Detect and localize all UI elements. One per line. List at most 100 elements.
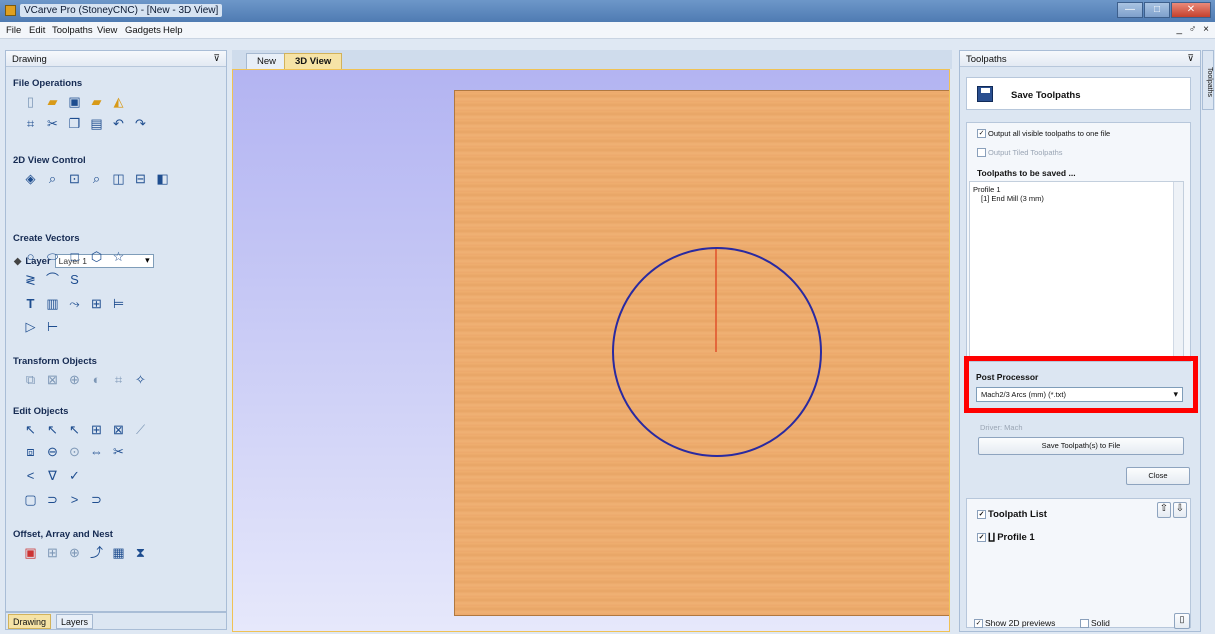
- output-one-file-option[interactable]: ✓ Output all visible toolpaths to one fi…: [977, 129, 1110, 138]
- expand-list-icon[interactable]: ▯: [1174, 613, 1190, 629]
- split-icon[interactable]: ⊃: [90, 493, 103, 506]
- group-icon[interactable]: ⊞: [90, 423, 103, 436]
- nesting-icon[interactable]: ⧗: [134, 546, 147, 559]
- zoom-box-icon[interactable]: ⊡: [68, 172, 81, 185]
- array-grid-icon[interactable]: ⊞: [46, 546, 59, 559]
- auto-layout-text-icon[interactable]: ⊞: [90, 297, 103, 310]
- solid-option[interactable]: Solid: [1080, 618, 1110, 628]
- intersect-icon[interactable]: ⊙: [68, 445, 81, 458]
- circle-icon[interactable]: ○: [24, 250, 37, 263]
- minimize-button[interactable]: —: [1117, 2, 1143, 18]
- distort-icon[interactable]: ⌗: [112, 373, 125, 386]
- copy-along-vector-icon[interactable]: ⤴: [90, 546, 103, 559]
- checkbox-checked-icon[interactable]: ✓: [977, 533, 986, 542]
- polygon-icon[interactable]: ⬡: [90, 250, 103, 263]
- view-tile-icon[interactable]: ⊟: [134, 172, 147, 185]
- rectangle-icon[interactable]: □: [68, 250, 81, 263]
- checkbox-unchecked-icon[interactable]: [977, 148, 986, 157]
- profile-vector-circle[interactable]: [612, 247, 822, 457]
- view-3d-icon[interactable]: ◧: [156, 172, 169, 185]
- circular-array-icon[interactable]: ⊕: [68, 546, 81, 559]
- select-icon[interactable]: ↖: [24, 423, 37, 436]
- close-button[interactable]: Close: [1126, 467, 1190, 485]
- subtract-icon[interactable]: ⊖: [46, 445, 59, 458]
- dimension-icon[interactable]: ⊨: [112, 297, 125, 310]
- undo-icon[interactable]: ↶: [112, 117, 125, 130]
- move-icon[interactable]: ⧉: [24, 373, 37, 386]
- node-select-icon[interactable]: ↖: [46, 423, 59, 436]
- toolpath-item-profile-1[interactable]: ✓ ∐ Profile 1: [977, 532, 1035, 543]
- text-icon[interactable]: T: [24, 297, 37, 310]
- offset-arrow-icon[interactable]: ⇔: [90, 445, 103, 458]
- paste-icon[interactable]: ▤: [90, 117, 103, 130]
- save-toolpath-to-file-button[interactable]: Save Toolpath(s) to File: [978, 437, 1184, 455]
- align-center-icon[interactable]: ⊕: [68, 373, 81, 386]
- move-down-icon[interactable]: ⇩: [1173, 502, 1187, 518]
- block-copy-icon[interactable]: ▦: [112, 546, 125, 559]
- list-scrollbar[interactable]: [1173, 182, 1183, 360]
- mdi-controls[interactable]: _ ♂ ×: [1177, 24, 1211, 35]
- curve-icon[interactable]: S: [68, 273, 81, 286]
- pin-icon[interactable]: ⊽: [213, 53, 220, 64]
- polyline-icon[interactable]: ≷: [24, 273, 37, 286]
- tab-layers[interactable]: Layers: [56, 614, 94, 629]
- checkbox-checked-icon[interactable]: ✓: [974, 618, 983, 628]
- toolpaths-to-save-list[interactable]: Profile 1 [1] End Mill (3 mm): [969, 181, 1184, 361]
- checkbox-unchecked-icon[interactable]: [1080, 618, 1089, 628]
- extend-icon[interactable]: ✓: [68, 469, 81, 482]
- open-folder-icon[interactable]: ▰: [46, 95, 59, 108]
- text-box-icon[interactable]: ▥: [46, 297, 59, 310]
- save-icon[interactable]: ▣: [68, 95, 81, 108]
- scissors-icon[interactable]: ✂: [112, 445, 125, 458]
- job-setup-icon[interactable]: ⌗: [24, 117, 37, 130]
- text-on-curve-icon[interactable]: ⤳: [68, 297, 81, 310]
- close-vectors-icon[interactable]: ▢: [24, 493, 37, 506]
- trim-icon[interactable]: ⟋: [134, 423, 147, 436]
- curve-fit-icon[interactable]: ⊃: [46, 493, 59, 506]
- rotate-icon[interactable]: ✧: [134, 373, 147, 386]
- fillet-icon[interactable]: <: [24, 469, 37, 482]
- import-bitmap-icon[interactable]: ◭: [112, 95, 125, 108]
- mirror-icon[interactable]: ◐: [90, 373, 103, 386]
- toolpath-list-toggle[interactable]: ✓ Toolpath List: [977, 509, 1047, 520]
- dimensions-tool-icon[interactable]: ⊢: [46, 320, 59, 333]
- scale-icon[interactable]: ⊠: [46, 373, 59, 386]
- show-2d-previews-option[interactable]: ✓ Show 2D previews: [974, 618, 1055, 628]
- new-file-icon[interactable]: ▯: [24, 95, 37, 108]
- ungroup-icon[interactable]: ⊠: [112, 423, 125, 436]
- menu-gadgets[interactable]: Gadgets: [125, 25, 161, 36]
- tab-3d-view[interactable]: 3D View: [284, 53, 343, 69]
- redo-icon[interactable]: ↷: [134, 117, 147, 130]
- weld-icon[interactable]: ⧈: [24, 445, 37, 458]
- menu-view[interactable]: View: [97, 25, 117, 36]
- menu-help[interactable]: Help: [163, 25, 183, 36]
- zoom-in-icon[interactable]: ⌕: [46, 172, 59, 185]
- move-up-icon[interactable]: ⇧: [1157, 502, 1171, 518]
- toolpaths-side-tab[interactable]: Toolpaths: [1202, 50, 1214, 110]
- join-vectors-icon[interactable]: ∇: [46, 469, 59, 482]
- cut-icon[interactable]: ✂: [46, 117, 59, 130]
- menu-toolpaths[interactable]: Toolpaths: [52, 25, 93, 36]
- checkbox-checked-icon[interactable]: ✓: [977, 129, 986, 138]
- star-icon[interactable]: ☆: [112, 250, 125, 263]
- close-window-button[interactable]: ✕: [1171, 2, 1211, 18]
- import-icon[interactable]: ▰: [90, 95, 103, 108]
- copy-icon[interactable]: ❐: [68, 117, 81, 130]
- zoom-all-icon[interactable]: ◈: [24, 172, 37, 185]
- 3d-view-canvas[interactable]: [232, 69, 950, 632]
- node-edit-icon[interactable]: ▷: [24, 320, 37, 333]
- zoom-out-icon[interactable]: ⌕: [90, 172, 103, 185]
- tab-drawing[interactable]: Drawing: [8, 614, 52, 629]
- checkbox-checked-icon[interactable]: ✓: [977, 510, 986, 519]
- maximize-button[interactable]: □: [1144, 2, 1170, 18]
- tab-new[interactable]: New: [246, 53, 288, 69]
- ellipse-icon[interactable]: ⬭: [46, 250, 59, 263]
- pin-icon[interactable]: ⊽: [1187, 53, 1194, 64]
- smooth-icon[interactable]: >: [68, 493, 81, 506]
- arc-icon[interactable]: ⌒: [46, 273, 59, 286]
- menu-edit[interactable]: Edit: [29, 25, 45, 36]
- output-tiled-option[interactable]: Output Tiled Toolpaths: [977, 148, 1063, 157]
- view-split-icon[interactable]: ◫: [112, 172, 125, 185]
- menu-file[interactable]: File: [6, 25, 21, 36]
- interactive-select-icon[interactable]: ↖: [68, 423, 81, 436]
